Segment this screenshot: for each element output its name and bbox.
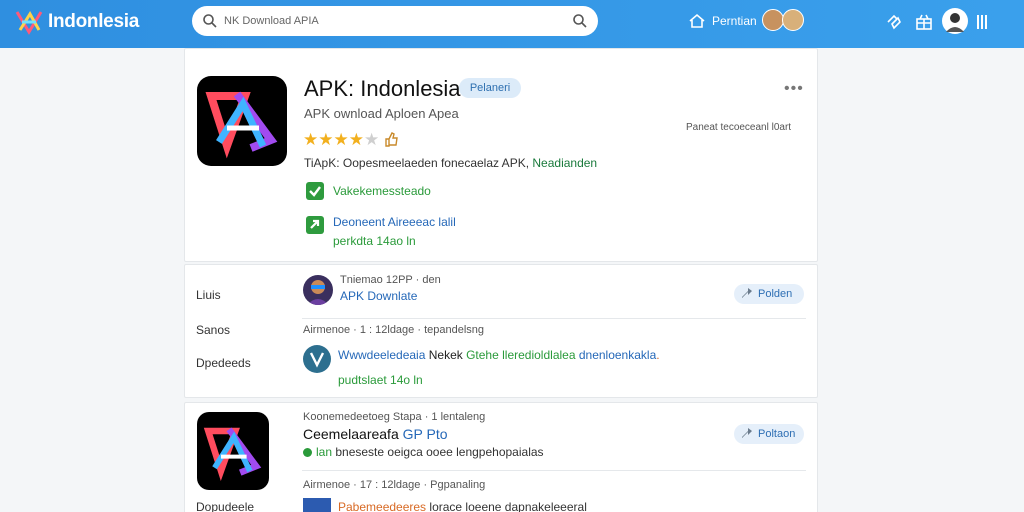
download-arrow-icon[interactable] xyxy=(306,216,324,234)
download-size: perkdta 14ao ln xyxy=(333,234,416,248)
top-bar: Indonlesia Perntian xyxy=(0,0,1024,48)
sidebar-item-dopudeele[interactable]: Dopudeele xyxy=(196,500,254,512)
review-size: pudtslaet 14o ln xyxy=(338,373,423,387)
second-row-desc: lorace loeene dapnakeleeeral xyxy=(429,500,587,512)
description-highlight[interactable]: Neadianden xyxy=(532,156,597,170)
second-action-button[interactable]: Poltaon xyxy=(734,424,804,444)
share-icon-2 xyxy=(742,428,752,438)
second-app-icon[interactable] xyxy=(197,412,269,490)
review-title[interactable]: APK Downlate xyxy=(340,289,417,303)
status-dot-icon xyxy=(303,448,312,457)
app-title: APK: Indonlesia xyxy=(304,76,461,101)
status-label: lan xyxy=(316,445,333,459)
second-action-label: Poltaon xyxy=(758,428,796,440)
app-icon[interactable] xyxy=(197,76,287,166)
search-icon xyxy=(203,14,217,28)
review-meta: Airmenoe · 1 : 12ldage · tepandelsng xyxy=(303,324,485,336)
sidebar-item-liuis[interactable]: Liuis xyxy=(196,288,221,302)
review-comment-part-3[interactable]: Gtehe lleredioldlalea xyxy=(466,348,575,362)
second-row-icon[interactable] xyxy=(303,498,331,512)
review-action-label: Polden xyxy=(758,288,793,300)
star-icon: ★ xyxy=(333,130,349,149)
star-icon: ★ xyxy=(318,130,334,149)
profile-avatar[interactable] xyxy=(942,8,968,34)
second-divider xyxy=(302,470,806,471)
review-action-button[interactable]: Polden xyxy=(734,284,804,304)
second-app-title-text: Ceemelaareafa xyxy=(303,426,399,442)
review-title-text: APK Downlate xyxy=(340,289,418,303)
app-meta: Paneat tecoeceanl l0art xyxy=(686,122,792,133)
star-icon: ★ xyxy=(303,130,319,149)
download-link[interactable]: Deoneent Aireeeac lalil xyxy=(333,215,456,229)
second-row-highlight[interactable]: Pabemeedeeres xyxy=(338,500,426,512)
second-app-title[interactable]: Ceemelaareafa GP Pto xyxy=(303,426,448,442)
star-icon: ★ xyxy=(348,130,364,149)
notification-icon[interactable] xyxy=(884,12,904,32)
review-comment: Wwwdeeledeaia Nekek Gtehe lleredioldlale… xyxy=(338,348,660,362)
star-icon: ★ xyxy=(364,130,380,149)
user-avatar-2[interactable] xyxy=(782,9,804,31)
brand-name[interactable]: Indonlesia xyxy=(48,11,139,33)
reviewer-meta: Tniemao 12PP · den xyxy=(340,274,441,286)
app-subtitle: APK ownload Aploen Apea xyxy=(304,106,459,121)
gift-icon[interactable] xyxy=(914,12,934,32)
second-app-meta: Koonemedeetoeg Stapa · 1 lentaleng xyxy=(303,411,486,423)
app-description: TiApK: Oopesmeelaeden fonecaelaz APK, Ne… xyxy=(304,156,597,170)
second-app-meta2: Airmenoe · 17 : 12ldage · Pgpanaling xyxy=(303,479,486,491)
review-comment-part-4[interactable]: dnenloenkakla xyxy=(579,348,656,362)
verified-label: Vakekemessteado xyxy=(333,184,431,198)
status-text: bneseste oeigca ooee lengpehopaialas xyxy=(335,445,544,459)
more-options-icon[interactable]: ••• xyxy=(784,80,804,98)
sidebar-item-dpedeeds[interactable]: Dpedeeds xyxy=(196,356,251,370)
app-mini-icon[interactable] xyxy=(303,345,331,373)
reviewer-avatar[interactable] xyxy=(303,275,333,305)
rating-stars: ★★★★★ xyxy=(303,130,379,150)
menu-icon[interactable] xyxy=(972,12,992,32)
verified-check-icon xyxy=(306,182,324,200)
second-row-text: Pabemeedeeres lorace loeene dapnakeleeer… xyxy=(338,500,587,512)
brand-logo-icon[interactable] xyxy=(14,8,44,38)
home-label[interactable]: Perntian xyxy=(712,14,757,28)
second-app-status: lan bneseste oeigca ooee lengpehopaialas xyxy=(303,445,544,459)
review-comment-part-2: Nekek xyxy=(428,348,463,362)
review-card xyxy=(184,264,818,398)
user-avatar-1[interactable] xyxy=(762,9,784,31)
search-submit-icon[interactable] xyxy=(572,13,588,29)
search-bar[interactable] xyxy=(192,6,598,36)
review-comment-part-1[interactable]: Wwwdeeledeaia xyxy=(338,348,425,362)
app-badge[interactable]: Pelaneri xyxy=(459,78,521,98)
thumbs-up-icon[interactable] xyxy=(384,131,398,147)
sidebar-item-sanos[interactable]: Sanos xyxy=(196,323,230,337)
description-text: TiApK: Oopesmeelaeden fonecaelaz APK, xyxy=(304,156,530,170)
home-icon[interactable] xyxy=(688,12,706,30)
review-divider xyxy=(302,318,806,319)
search-input[interactable] xyxy=(224,12,554,30)
share-icon xyxy=(742,288,752,298)
review-comment-part-5: . xyxy=(656,348,660,362)
second-app-title-accent: GP Pto xyxy=(402,426,448,442)
